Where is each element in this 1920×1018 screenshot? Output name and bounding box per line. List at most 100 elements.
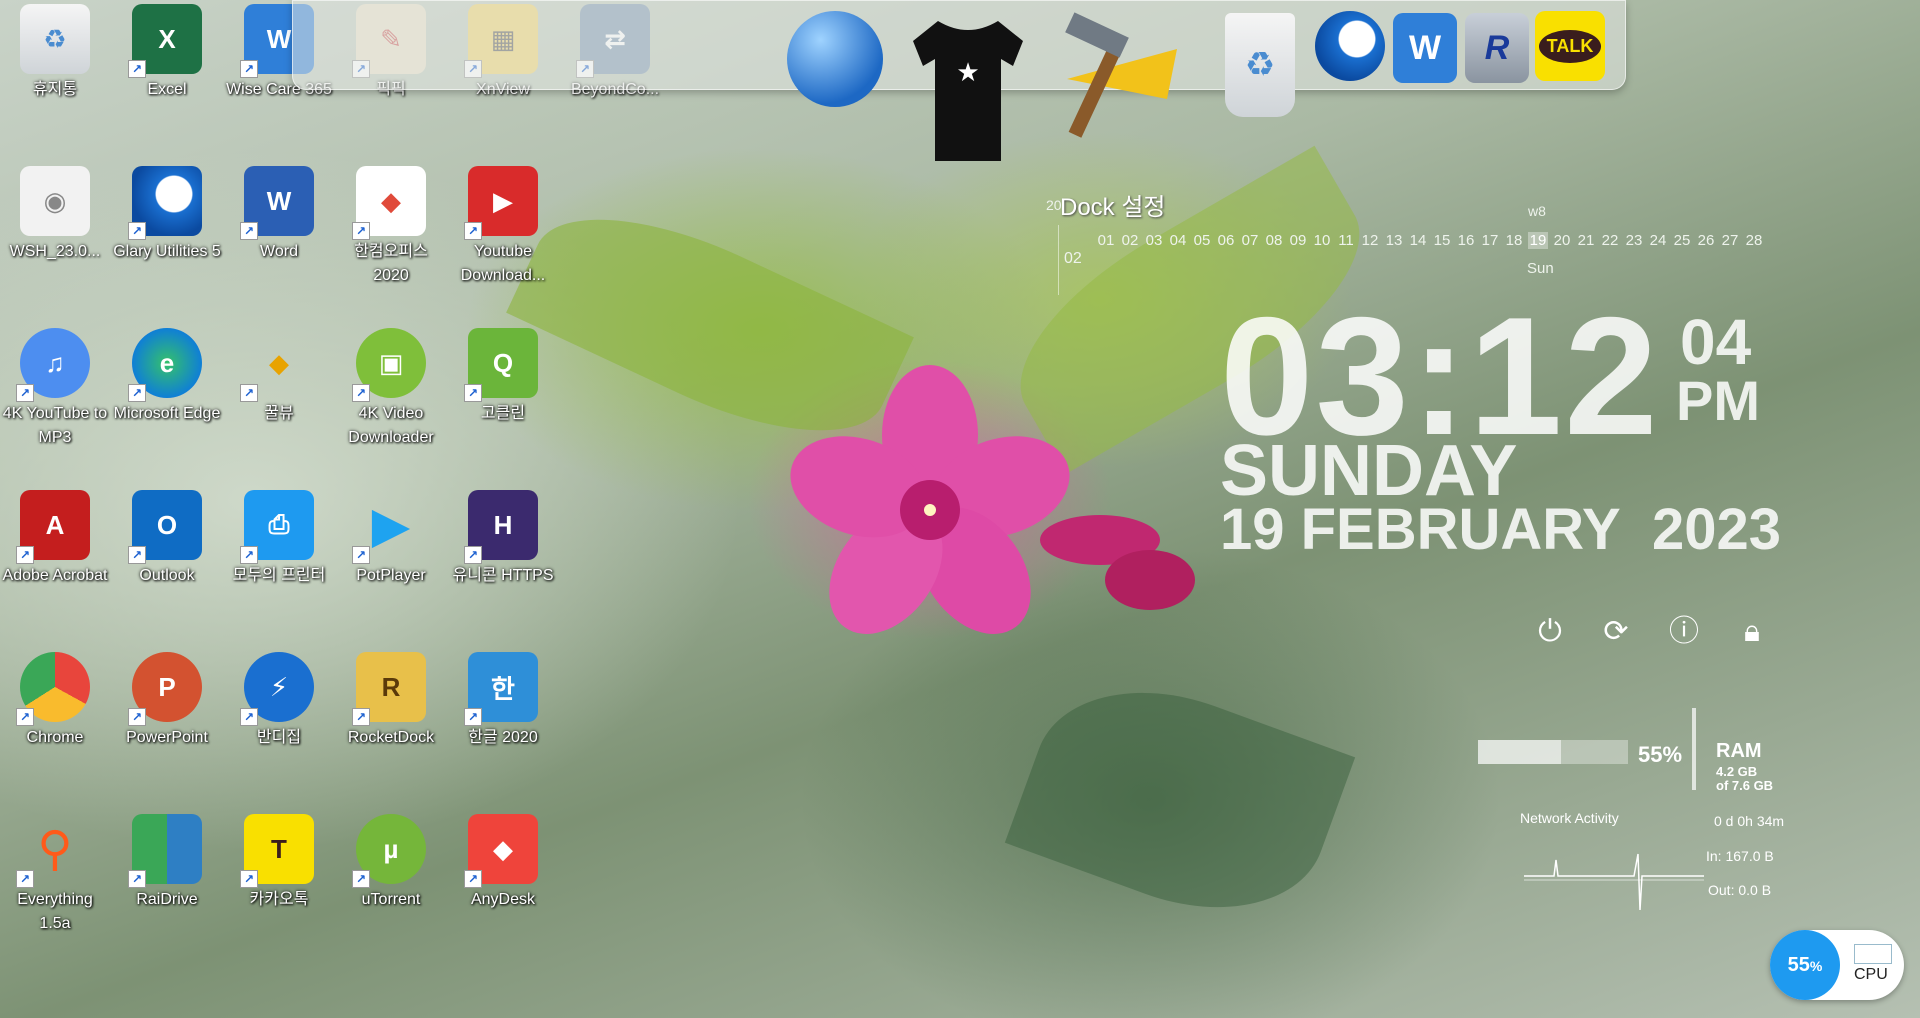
desktop-icon[interactable]: ♻ 휴지통 [0, 4, 110, 102]
hibernate-icon[interactable]: ⓘ [1664, 612, 1704, 652]
calendar-day[interactable]: 12 [1360, 232, 1380, 249]
desktop-icon[interactable]: ↗ Glary Utilities 5 [112, 166, 222, 264]
calendar-day[interactable]: 17 [1480, 232, 1500, 249]
desktop-icon[interactable]: ◉ WSH_23.0... [0, 166, 110, 264]
hammer-icon[interactable] [1057, 9, 1187, 149]
calendar-day[interactable]: 04 [1168, 232, 1188, 249]
desktop-icon-label: 꿀뷰 [264, 405, 294, 422]
restart-icon[interactable]: ⟳ [1596, 612, 1636, 652]
desktop-icon[interactable]: T ↗ 카카오톡 [224, 814, 334, 912]
desktop-icon[interactable]: ↗ Chrome [0, 652, 110, 750]
hancom-icon: ◆ ↗ [352, 166, 426, 240]
shortcut-arrow-icon: ↗ [464, 546, 482, 564]
kakaotalk-icon[interactable]: TALK [1535, 11, 1605, 81]
registry-icon[interactable]: R [1465, 13, 1529, 83]
desktop-icon[interactable]: ◆ ↗ AnyDesk [448, 814, 558, 912]
calendar-day[interactable]: 01 [1096, 232, 1116, 249]
calendar-day[interactable]: 14 [1408, 232, 1428, 249]
cpu-gauge: 55% [1770, 930, 1840, 1000]
shortcut-arrow-icon: ↗ [352, 384, 370, 402]
calendar-divider [1058, 225, 1059, 295]
calendar-day[interactable]: 07 [1240, 232, 1260, 249]
shortcut-arrow-icon: ↗ [128, 384, 146, 402]
desktop-icon-label: uTorrent [361, 891, 421, 908]
calendar-day[interactable]: 22 [1600, 232, 1620, 249]
shortcut-arrow-icon: ↗ [352, 708, 370, 726]
calendar-day[interactable]: 10 [1312, 232, 1332, 249]
calendar-day[interactable]: 24 [1648, 232, 1668, 249]
shortcut-arrow-icon: ↗ [240, 870, 258, 888]
desktop-icon[interactable]: ▶ ↗ Youtube Download... [448, 166, 558, 288]
everything-icon: ⚲ ↗ [16, 814, 90, 888]
wallpaper-leaf [1004, 654, 1356, 946]
desktop-icon[interactable]: H ↗ 유니콘 HTTPS [448, 490, 558, 588]
desktop-icon[interactable]: Q ↗ 고클린 [448, 328, 558, 426]
desktop-icon[interactable]: 한 ↗ 한글 2020 [448, 652, 558, 750]
network-activity-label: Network Activity [1520, 810, 1619, 826]
desktop-icon[interactable]: ♫ ↗ 4K YouTube to MP3 [0, 328, 110, 450]
desktop-icon-label: WSH_23.0... [9, 243, 101, 260]
kakaotalk-text: TALK [1538, 29, 1602, 63]
desktop-icon[interactable]: ▶ ↗ PotPlayer [336, 490, 446, 588]
desktop-icon[interactable]: e ↗ Microsoft Edge [112, 328, 222, 426]
calendar-day[interactable]: 20 [1552, 232, 1572, 249]
cpu-widget[interactable]: 55% CPU [1770, 930, 1904, 1000]
desktop-icon[interactable]: R ↗ RocketDock [336, 652, 446, 750]
desktop-icon-label: 한글 2020 [468, 729, 538, 746]
calendar-day[interactable]: 18 [1504, 232, 1524, 249]
desktop-icon[interactable]: A ↗ Adobe Acrobat [0, 490, 110, 588]
power-icon[interactable]: ⏻ [1530, 612, 1570, 652]
desktop-icon-label: 반디집 [256, 729, 302, 746]
utorrent-icon: µ ↗ [352, 814, 426, 888]
globe-icon[interactable] [787, 11, 883, 107]
desktop-icon-label: 유니콘 HTTPS [452, 567, 554, 584]
calendar-day[interactable]: 19 [1528, 232, 1548, 249]
chrome-icon: ↗ [16, 652, 90, 726]
calendar-day[interactable]: 06 [1216, 232, 1236, 249]
calendar-day[interactable]: 27 [1720, 232, 1740, 249]
calendar-day[interactable]: 05 [1192, 232, 1212, 249]
calendar-day[interactable]: 02 [1120, 232, 1140, 249]
desktop-icon[interactable]: P ↗ PowerPoint [112, 652, 222, 750]
lock-icon[interactable]: 🔒︎ [1732, 612, 1772, 652]
calendar-day[interactable]: 11 [1336, 232, 1356, 249]
desktop-icon-label: 고클린 [480, 405, 526, 422]
calendar-day[interactable]: 08 [1264, 232, 1284, 249]
calendar-day[interactable]: 03 [1144, 232, 1164, 249]
desktop-icon[interactable]: ◆ ↗ 한컴오피스 2020 [336, 166, 446, 288]
desktop-icon[interactable]: ⎙ ↗ 모두의 프린터 [224, 490, 334, 588]
recycle-bin-icon[interactable]: ♻ [1225, 13, 1295, 117]
desktop-icon-label: RocketDock [347, 729, 435, 746]
tshirt-icon[interactable]: ★ [903, 11, 1033, 161]
ram-divider [1692, 708, 1696, 790]
desktop-icon-label: Outlook [139, 567, 195, 584]
desktop-icon[interactable]: ▣ ↗ 4K Video Downloader [336, 328, 446, 450]
calendar-day[interactable]: 21 [1576, 232, 1596, 249]
desktop-icon-label: RaiDrive [136, 891, 198, 908]
glary-icon[interactable] [1315, 11, 1385, 81]
bandizip-icon: ⚡ ↗ [240, 652, 314, 726]
wise-care-icon[interactable]: W [1393, 13, 1457, 83]
desktop-icon[interactable]: ⚡ ↗ 반디집 [224, 652, 334, 750]
ram-label: RAM [1716, 740, 1762, 762]
desktop-icon[interactable]: ⚲ ↗ Everything 1.5a [0, 814, 110, 936]
desktop-icon[interactable]: ◆ ↗ 꿀뷰 [224, 328, 334, 426]
shortcut-arrow-icon: ↗ [464, 384, 482, 402]
desktop-icon[interactable]: W ↗ Word [224, 166, 334, 264]
calendar-day[interactable]: 25 [1672, 232, 1692, 249]
calendar-day[interactable]: 09 [1288, 232, 1308, 249]
calendar-day[interactable]: 13 [1384, 232, 1404, 249]
calendar-day[interactable]: 28 [1744, 232, 1764, 249]
calendar-day[interactable]: 15 [1432, 232, 1452, 249]
wallpaper-flower [790, 365, 1070, 634]
desktop-icon[interactable]: ↗ RaiDrive [112, 814, 222, 912]
calendar-day[interactable]: 16 [1456, 232, 1476, 249]
desktop-icon[interactable]: O ↗ Outlook [112, 490, 222, 588]
rocketdock-bar: ★ ♻ W R TALK [292, 0, 1626, 161]
calendar-day[interactable]: 23 [1624, 232, 1644, 249]
ram-bar [1478, 740, 1628, 764]
calendar-year-prefix: 20 [1046, 197, 1062, 213]
desktop-icon[interactable]: X ↗ Excel [112, 4, 222, 102]
desktop-icon[interactable]: µ ↗ uTorrent [336, 814, 446, 912]
calendar-day[interactable]: 26 [1696, 232, 1716, 249]
